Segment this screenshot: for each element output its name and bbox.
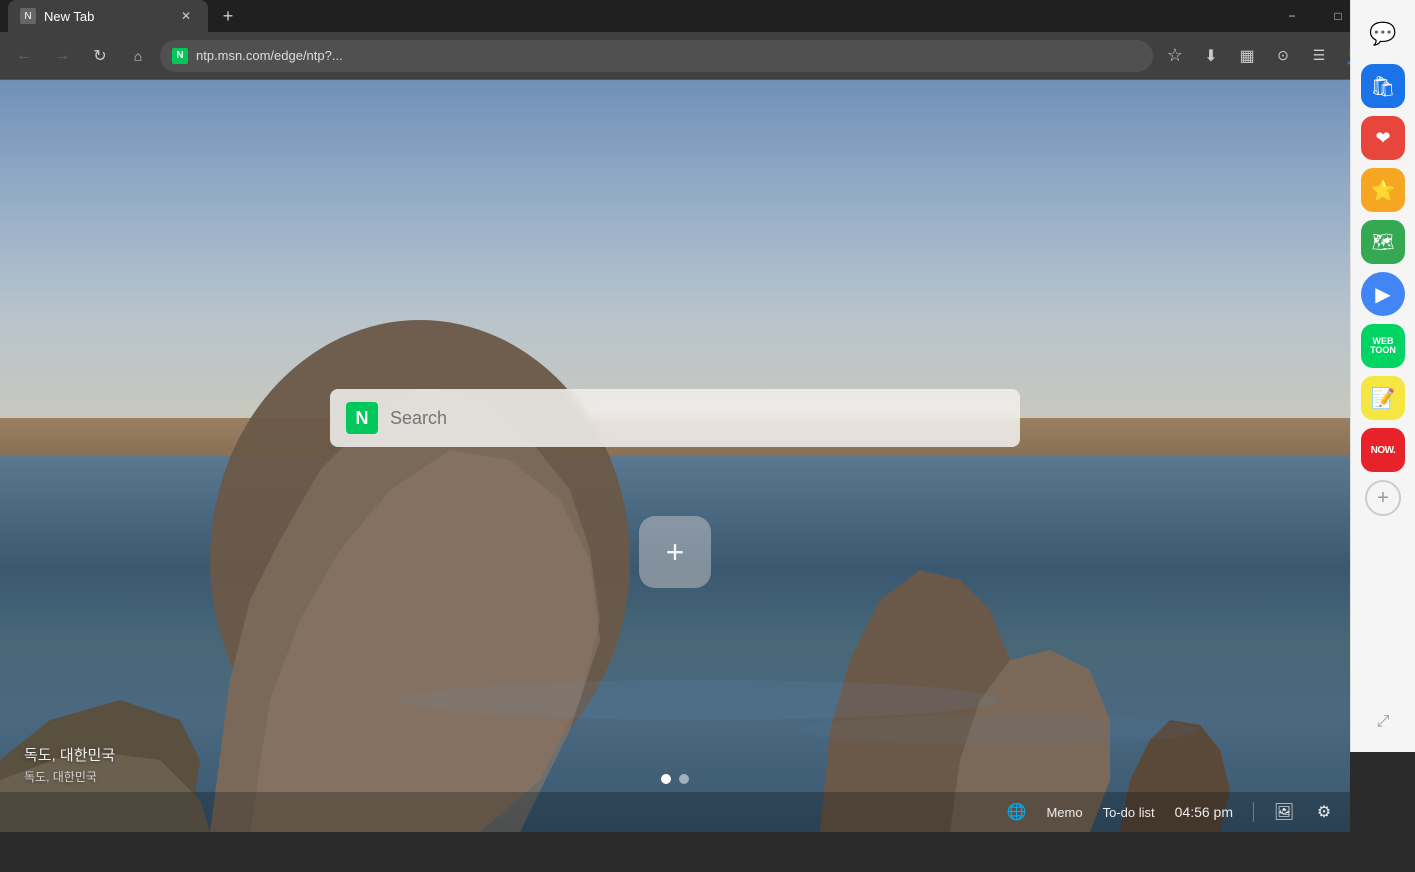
sidebar-item-chat[interactable]: 💬 (1361, 12, 1405, 56)
sidebar-item-heart[interactable]: ❤ (1361, 116, 1405, 160)
minimize-button[interactable]: − (1269, 0, 1315, 32)
new-tab-button[interactable]: + (212, 0, 244, 32)
sidebar-item-notes[interactable]: 📝 (1361, 376, 1405, 420)
add-shortcut-button[interactable]: + (639, 516, 711, 588)
back-button[interactable]: ← (8, 40, 40, 72)
rocks-svg (0, 80, 1350, 832)
tab-container: N New Tab ✕ + (8, 0, 1261, 36)
time-display: 04:56 pm (1175, 804, 1233, 820)
content-area: N + 독도, 대한민국 독도, 대한민국 🌐 Memo To-do list (0, 80, 1350, 832)
photo-credit-sub: 독도, 대한민국 (24, 768, 115, 787)
tab-close-button[interactable]: ✕ (176, 6, 196, 26)
sidebar-item-star[interactable]: ⭐ (1361, 168, 1405, 212)
add-icon: + (666, 534, 685, 571)
nav-bar: ← → ↻ ⌂ N ntp.msn.com/edge/ntp?... ☆ ⬇ ▦… (0, 32, 1415, 80)
tab-favicon: N (20, 8, 36, 24)
downloads-button[interactable]: ⬇ (1195, 40, 1227, 72)
sidebar-item-play[interactable]: ▶ (1361, 272, 1405, 316)
dot-2[interactable] (679, 774, 689, 784)
photo-credit: 독도, 대한민국 독도, 대한민국 (24, 744, 115, 787)
todo-button[interactable]: To-do list (1103, 805, 1155, 820)
address-text: ntp.msn.com/edge/ntp?... (196, 48, 1141, 63)
address-bar[interactable]: N ntp.msn.com/edge/ntp?... (160, 40, 1153, 72)
sidebar-item-map[interactable]: 🗺 (1361, 220, 1405, 264)
memo-button[interactable]: Memo (1046, 805, 1082, 820)
refresh-button[interactable]: ↻ (84, 40, 116, 72)
sidebar-item-webtoon[interactable]: WEB TOON (1361, 324, 1405, 368)
title-bar: N New Tab ✕ + − □ ✕ (0, 0, 1415, 32)
dot-1[interactable] (661, 774, 671, 784)
background-scene (0, 80, 1350, 832)
main-layout: N + 독도, 대한민국 독도, 대한민국 🌐 Memo To-do list (0, 80, 1415, 832)
now-label: NOW. (1371, 445, 1396, 456)
bottom-bar: 🌐 Memo To-do list 04:56 pm 🖼 ⚙ (0, 792, 1350, 832)
naver-logo: N (346, 402, 378, 434)
right-sidebar: 💬 🛍 ❤ ⭐ 🗺 ▶ WEB TOON 📝 NOW. + ⤢ (1350, 0, 1415, 752)
search-bar[interactable]: N (330, 389, 1020, 447)
sidebar-external-button[interactable]: ⤢ (1365, 704, 1401, 740)
forward-button[interactable]: → (46, 40, 78, 72)
collections-button[interactable]: ▦ (1231, 40, 1263, 72)
sidebar-add-icon: + (1377, 487, 1389, 510)
screenshot-button[interactable]: ⊙ (1267, 40, 1299, 72)
todo-label: To-do list (1103, 805, 1155, 820)
favorites-button[interactable]: ☆ (1159, 40, 1191, 72)
pagination-dots (661, 774, 689, 784)
home-button[interactable]: ⌂ (122, 40, 154, 72)
address-favicon: N (172, 48, 188, 64)
sidebar-add-button[interactable]: + (1365, 480, 1401, 516)
tab-label: New Tab (44, 9, 94, 24)
sidebar-item-now[interactable]: NOW. (1361, 428, 1405, 472)
active-tab[interactable]: N New Tab ✕ (8, 0, 208, 32)
search-container: N (330, 389, 1020, 447)
memo-label: Memo (1046, 805, 1082, 820)
search-input[interactable] (390, 408, 1004, 429)
settings-icon[interactable]: ⚙ (1314, 802, 1334, 822)
sidebar-item-shopping[interactable]: 🛍 (1361, 64, 1405, 108)
photo-credit-main: 독도, 대한민국 (24, 744, 115, 768)
divider (1253, 802, 1254, 822)
globe-icon[interactable]: 🌐 (1006, 802, 1026, 822)
sidebar-toggle[interactable]: ☰ (1303, 40, 1335, 72)
wallpaper-icon[interactable]: 🖼 (1274, 802, 1294, 822)
